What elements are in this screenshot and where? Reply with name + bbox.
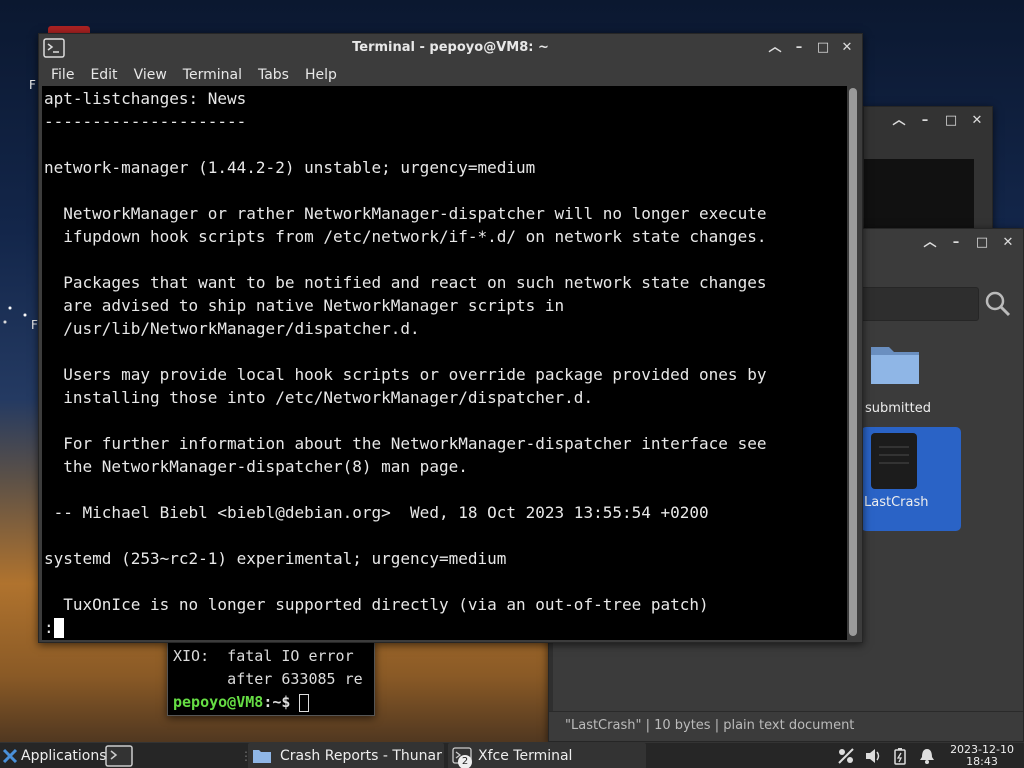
file-item-submitted[interactable]: submitted <box>861 335 961 439</box>
terminal-output[interactable]: apt-listchanges: News ------------------… <box>42 86 847 640</box>
status-bar: "LastCrash" | 10 bytes | plain text docu… <box>549 711 1023 741</box>
close-icon[interactable]: ✕ <box>1001 236 1015 250</box>
menu-tabs[interactable]: Tabs <box>258 67 289 83</box>
small-terminal-window[interactable]: XIO: fatal IO error after 633085 re pepo… <box>167 640 375 716</box>
terminal-line: after 633085 re <box>173 670 363 688</box>
desktop-icon-label[interactable]: F <box>31 318 38 332</box>
menu-terminal[interactable]: Terminal <box>183 67 242 83</box>
terminal-line: --------------------- <box>44 112 247 131</box>
pager-prompt[interactable]: : <box>44 618 64 638</box>
volume-icon[interactable] <box>864 747 882 765</box>
menu-bar: File Edit View Terminal Tabs Help <box>39 62 862 88</box>
close-icon[interactable]: ✕ <box>970 114 984 128</box>
window-content <box>864 159 974 231</box>
task-label: Xfce Terminal <box>478 748 573 764</box>
terminal-line: For further information about the Networ… <box>44 434 767 453</box>
folder-icon <box>871 347 919 384</box>
separator-handle: ⋮ <box>240 749 252 763</box>
terminal-line: TuxOnIce is no longer supported directly… <box>44 595 709 614</box>
terminal-line: Users may provide local hook scripts or … <box>44 365 767 384</box>
status-text: "LastCrash" | 10 bytes | plain text docu… <box>565 718 855 733</box>
clock[interactable]: 2023-12-10 18:43 <box>950 744 1014 768</box>
file-label: LastCrash <box>864 495 929 510</box>
scrollbar-thumb[interactable] <box>849 88 857 636</box>
terminal-line: apt-listchanges: News <box>44 89 247 108</box>
taskbar-item-thunar[interactable]: Crash Reports - Thunar <box>248 743 444 768</box>
applications-label: Applications <box>21 748 107 764</box>
prompt-user: pepoyo@VM8 <box>173 693 264 711</box>
minimize-icon[interactable]: – <box>949 236 963 250</box>
file-label: submitted <box>865 401 931 416</box>
cursor <box>299 693 310 712</box>
terminal-icon <box>105 745 133 767</box>
background-window[interactable]: ︿ – □ ✕ <box>863 106 993 236</box>
text-file-icon <box>871 433 917 489</box>
minimize-icon[interactable]: – <box>918 114 932 128</box>
terminal-line: ifupdown hook scripts from /etc/network/… <box>44 227 767 246</box>
prompt-sep: :~$ <box>263 693 291 711</box>
menu-help[interactable]: Help <box>305 67 337 83</box>
chevron-up-icon[interactable]: ︿ <box>892 114 906 128</box>
terminal-line: NetworkManager or rather NetworkManager-… <box>44 204 767 223</box>
location-bar[interactable] <box>851 287 979 321</box>
terminal-line: /usr/lib/NetworkManager/dispatcher.d. <box>44 319 420 338</box>
menu-file[interactable]: File <box>51 67 74 83</box>
pager-prompt-text: : <box>44 618 54 637</box>
minimize-icon[interactable]: – <box>792 41 806 55</box>
xfce-logo-icon <box>2 748 18 764</box>
task-count-badge: 2 <box>458 755 472 768</box>
terminal-line: are advised to ship native NetworkManage… <box>44 296 565 315</box>
chevron-up-icon[interactable]: ︿ <box>923 236 937 250</box>
search-icon[interactable] <box>983 289 1013 319</box>
terminal-prompt[interactable]: pepoyo@VM8:~$ <box>173 693 310 712</box>
folder-icon <box>253 750 271 763</box>
desktop-icon-label[interactable]: F <box>29 78 36 92</box>
taskbar: Applications ⋮ Crash Reports - Thunar 2 … <box>0 742 1024 768</box>
terminal-launcher[interactable] <box>104 743 134 768</box>
terminal-line: -- Michael Biebl <biebl@debian.org> Wed,… <box>44 503 709 522</box>
terminal-line: XIO: fatal IO error <box>173 647 354 665</box>
maximize-icon[interactable]: □ <box>816 41 830 55</box>
maximize-icon[interactable]: □ <box>975 236 989 250</box>
applications-menu-button[interactable]: Applications <box>2 743 107 768</box>
terminal-line: Packages that want to be notified and re… <box>44 273 767 292</box>
close-icon[interactable]: ✕ <box>840 41 854 55</box>
task-label: Crash Reports - Thunar <box>280 748 442 764</box>
chevron-up-icon[interactable]: ︿ <box>768 41 782 55</box>
battery-icon[interactable] <box>891 747 909 765</box>
network-icon[interactable] <box>837 747 855 765</box>
terminal-window[interactable]: Terminal - pepoyo@VM8: ~ ︿ – □ ✕ File Ed… <box>38 33 863 643</box>
notification-bell-icon[interactable] <box>918 747 936 765</box>
menu-view[interactable]: View <box>134 67 167 83</box>
scrollbar[interactable] <box>848 88 858 638</box>
file-item-lastcrash[interactable]: LastCrash <box>861 427 961 531</box>
taskbar-item-terminal[interactable]: 2 Xfce Terminal <box>448 743 646 768</box>
terminal-line: installing those into /etc/NetworkManage… <box>44 388 594 407</box>
terminal-line: network-manager (1.44.2-2) unstable; urg… <box>44 158 536 177</box>
terminal-line: systemd (253~rc2-1) experimental; urgenc… <box>44 549 507 568</box>
clock-time: 18:43 <box>966 755 998 768</box>
cursor <box>53 618 64 638</box>
window-title: Terminal - pepoyo@VM8: ~ <box>352 40 549 55</box>
terminal-line: the NetworkManager-dispatcher(8) man pag… <box>44 457 468 476</box>
menu-edit[interactable]: Edit <box>90 67 117 83</box>
maximize-icon[interactable]: □ <box>944 114 958 128</box>
